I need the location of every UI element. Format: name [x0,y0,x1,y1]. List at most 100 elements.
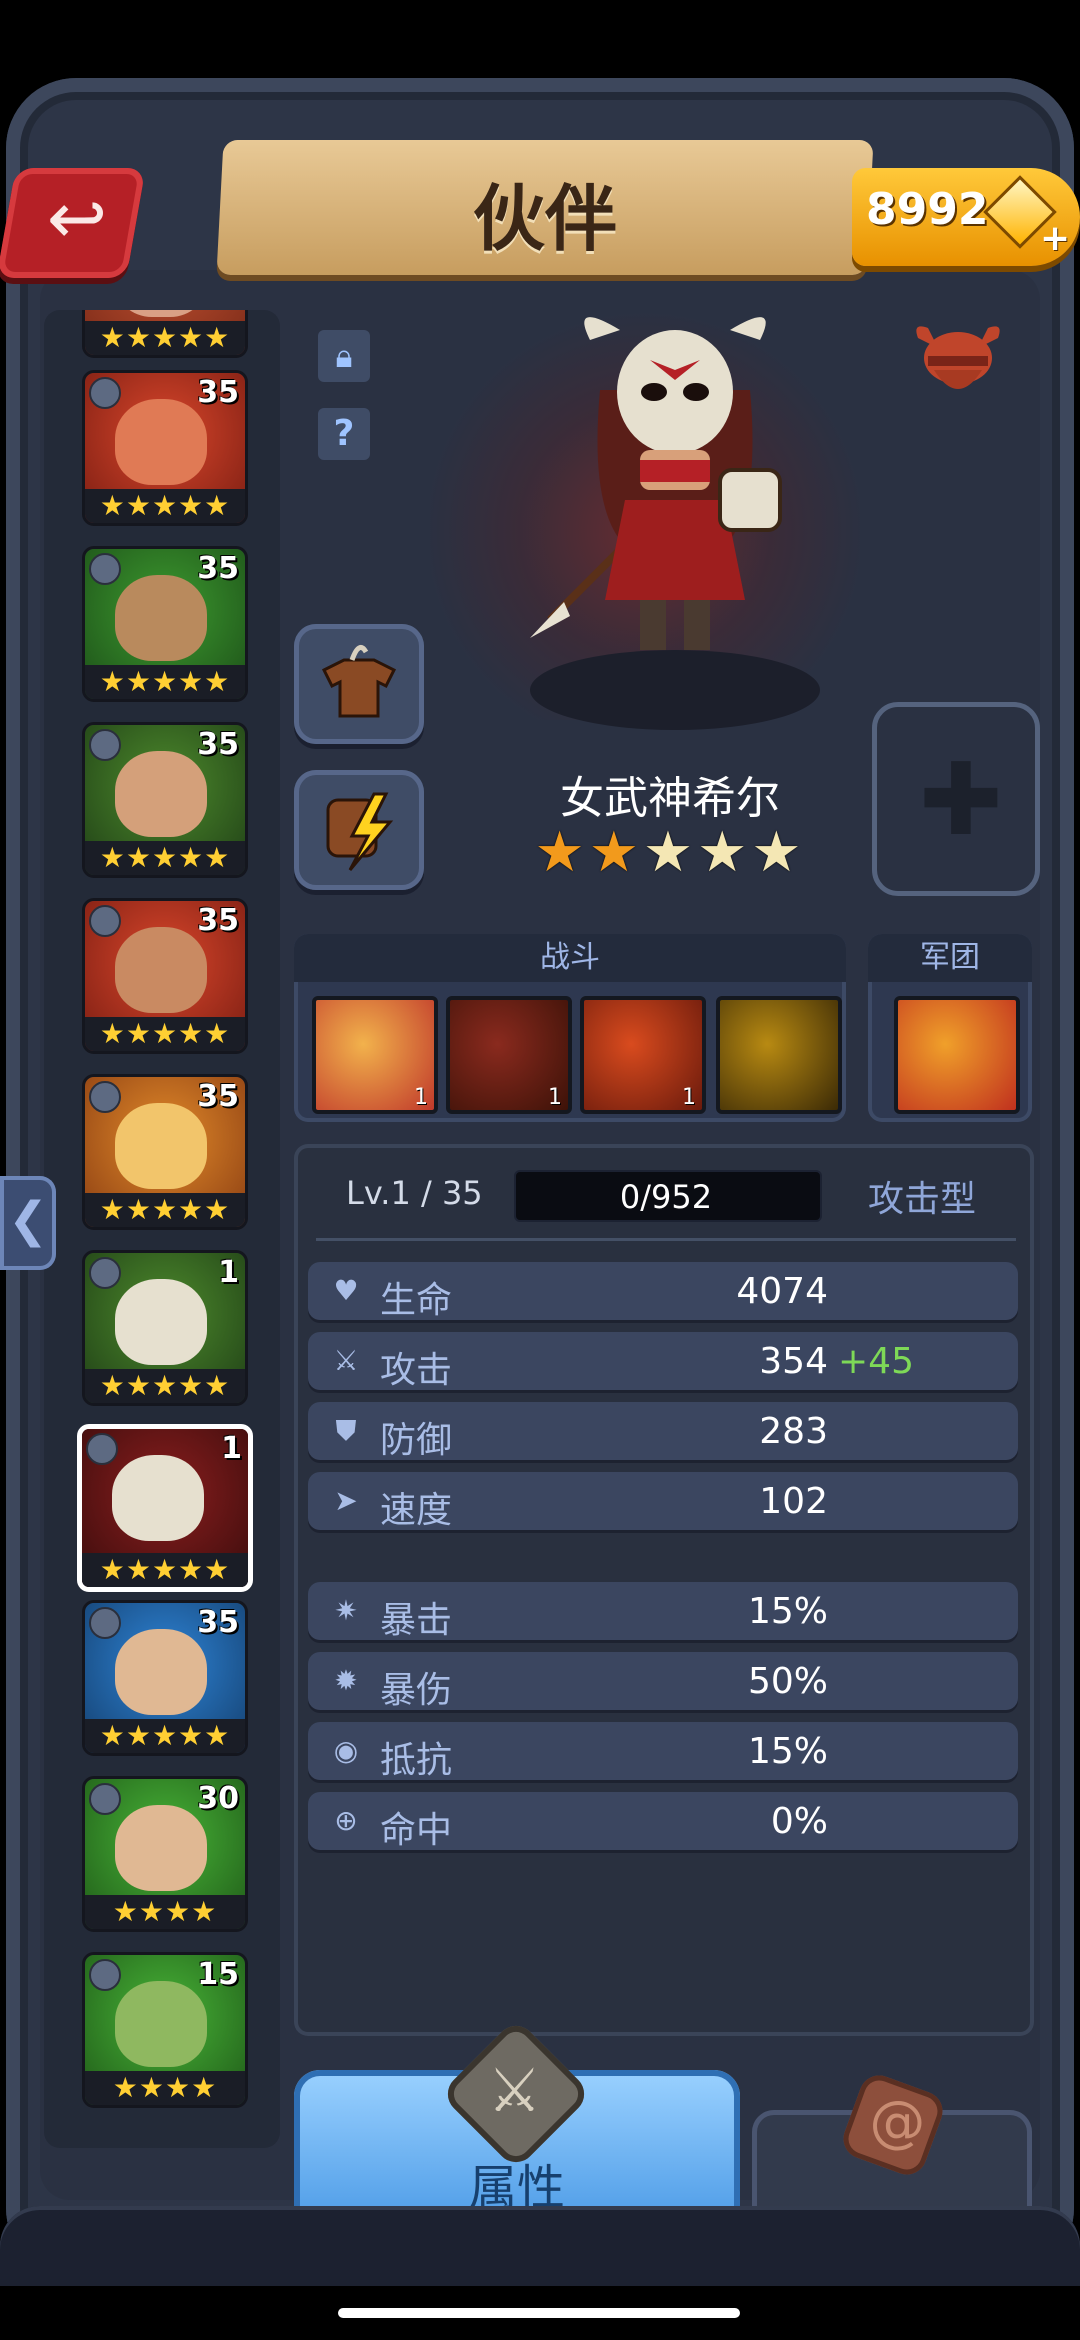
hero-card[interactable]: 30 ★★★★ [82,1776,248,1932]
gem-counter[interactable]: 8992 + [852,168,1080,266]
hero-card-stars: ★★★★★ [85,1719,245,1753]
lock-icon [89,553,121,585]
stat-label: 攻击 [380,1350,453,1391]
hero-card-level: 35 [197,1079,239,1114]
lock-icon [89,377,121,409]
boot-icon: ➤ [334,1484,358,1517]
lock-icon [89,1257,121,1289]
home-indicator[interactable] [338,2308,740,2318]
hero-card-stars: ★★★★★ [85,665,245,699]
stat-value: 15% [747,1731,828,1772]
resist-icon: ◉ [333,1734,359,1767]
target-icon: ⊕ [334,1804,358,1837]
stat-row: ⚔ 攻击 354 +45 [308,1332,1018,1391]
stat-label: 抵抗 [380,1740,453,1781]
stat-label: 暴伤 [380,1670,453,1711]
hero-card-level: 35 [197,375,239,410]
hero-avatar [112,1455,204,1541]
hero-avatar [115,927,207,1013]
hero-card[interactable]: 35 ★★★★★ [82,898,248,1054]
stat-value: 4074 [736,1271,828,1312]
hero-card[interactable]: 1 ★★★★★ [82,1250,248,1406]
stat-row: ⛊ 防御 283 [308,1402,1018,1461]
skill-level: 1 [414,1085,428,1110]
battle-skills-title: 战斗 [294,934,846,982]
shirt-icon [321,645,397,718]
hero-card-level: 1 [218,1255,239,1290]
lock-icon [89,729,121,761]
hero-card[interactable]: 1 ★★★★★ [77,1424,253,1592]
question-icon: ? [333,413,355,454]
stat-value: 50% [747,1661,828,1702]
add-partner-slot[interactable]: ✚ [872,702,1040,896]
stat-label: 生命 [380,1280,453,1321]
help-button[interactable]: ? [318,408,370,460]
hero-avatar [115,575,207,661]
hero-type: 攻击型 [868,1179,977,1220]
hero-card-stars: ★★★★★ [85,841,245,875]
add-gems-icon[interactable]: + [1040,218,1070,259]
star-icon: ★ [588,820,643,885]
bottom-bar [0,2206,1080,2286]
battle-skill-icon[interactable] [716,996,842,1114]
stat-value: 0% [770,1801,828,1842]
stat-bonus: +45 [838,1341,914,1382]
legion-skill-title: 军团 [868,934,1032,982]
hero-avatar [115,1981,207,2067]
stat-value: 15% [747,1591,828,1632]
hero-avatar [115,399,207,485]
skill-level: 1 [548,1085,562,1110]
battle-skill-icon[interactable]: 1 [312,996,438,1114]
lock-icon [89,1783,121,1815]
hero-card-level: 35 [197,727,239,762]
star-icon: ★ [642,820,698,885]
chevron-left-icon: ❮ [8,1192,49,1248]
lock-button[interactable]: 🔒︎ [318,330,370,382]
stat-label: 命中 [380,1810,453,1851]
hero-card[interactable]: ★★★★★ [82,310,248,358]
stat-row: ✹ 暴伤 50% [308,1652,1018,1711]
lock-icon [89,905,121,937]
plus-icon: ✚ [919,741,1003,858]
hero-card-stars: ★★★★★ [85,489,245,523]
hero-card[interactable]: 35 ★★★★★ [82,722,248,878]
shield-icon: ⛊ [335,1414,357,1447]
skill-upgrade-button[interactable] [294,770,424,890]
fist-lightning-icon [326,792,394,871]
lock-icon [89,1081,121,1113]
gem-count: 8992 [866,184,989,235]
hero-card[interactable]: 15 ★★★★ [82,1952,248,2108]
star-icon: ★ [534,820,589,885]
divider [316,1238,1016,1241]
hero-level: Lv.1 / 35 [346,1174,483,1212]
equipment-button[interactable] [294,624,424,744]
stat-value: 283 [759,1411,828,1452]
page-title: 伙伴 [472,177,617,261]
battle-skill-icon[interactable]: 1 [446,996,572,1114]
legion-skill-icon[interactable] [894,996,1020,1114]
crit-icon: ✷ [334,1594,358,1627]
back-button[interactable]: ↩ [0,168,146,278]
back-arrow-icon: ↩ [46,176,108,260]
hero-avatar [115,1103,207,1189]
prev-hero-button[interactable]: ❮ [0,1176,56,1270]
battle-skill-icon[interactable]: 1 [580,996,706,1114]
hero-avatar [115,751,207,837]
hero-card-level: 35 [197,903,239,938]
hero-card[interactable]: 35 ★★★★★ [82,546,248,702]
stat-value: 354 [759,1341,828,1382]
hero-card[interactable]: 35 ★★★★★ [82,1074,248,1230]
hero-list[interactable]: ★★★★★ 35 ★★★★★ 35 ★★★★★ 35 ★★★★★ 35 ★★★★★ 35 ★★★★★… [44,310,280,2148]
hero-portrait [530,317,782,650]
hero-card-level: 35 [197,551,239,586]
hero-card-level: 30 [197,1781,239,1816]
hero-card[interactable]: 35 ★★★★★ [82,1600,248,1756]
heart-icon: ♥ [333,1274,359,1307]
hero-card[interactable]: 35 ★★★★★ [82,370,248,526]
star-icon: ★ [751,820,806,885]
hero-avatar [115,1629,207,1715]
stat-label: 防御 [380,1420,453,1461]
lock-icon [89,1959,121,1991]
hero-card-stars: ★★★★ [85,2071,245,2105]
star-icon: ★ [697,820,752,885]
